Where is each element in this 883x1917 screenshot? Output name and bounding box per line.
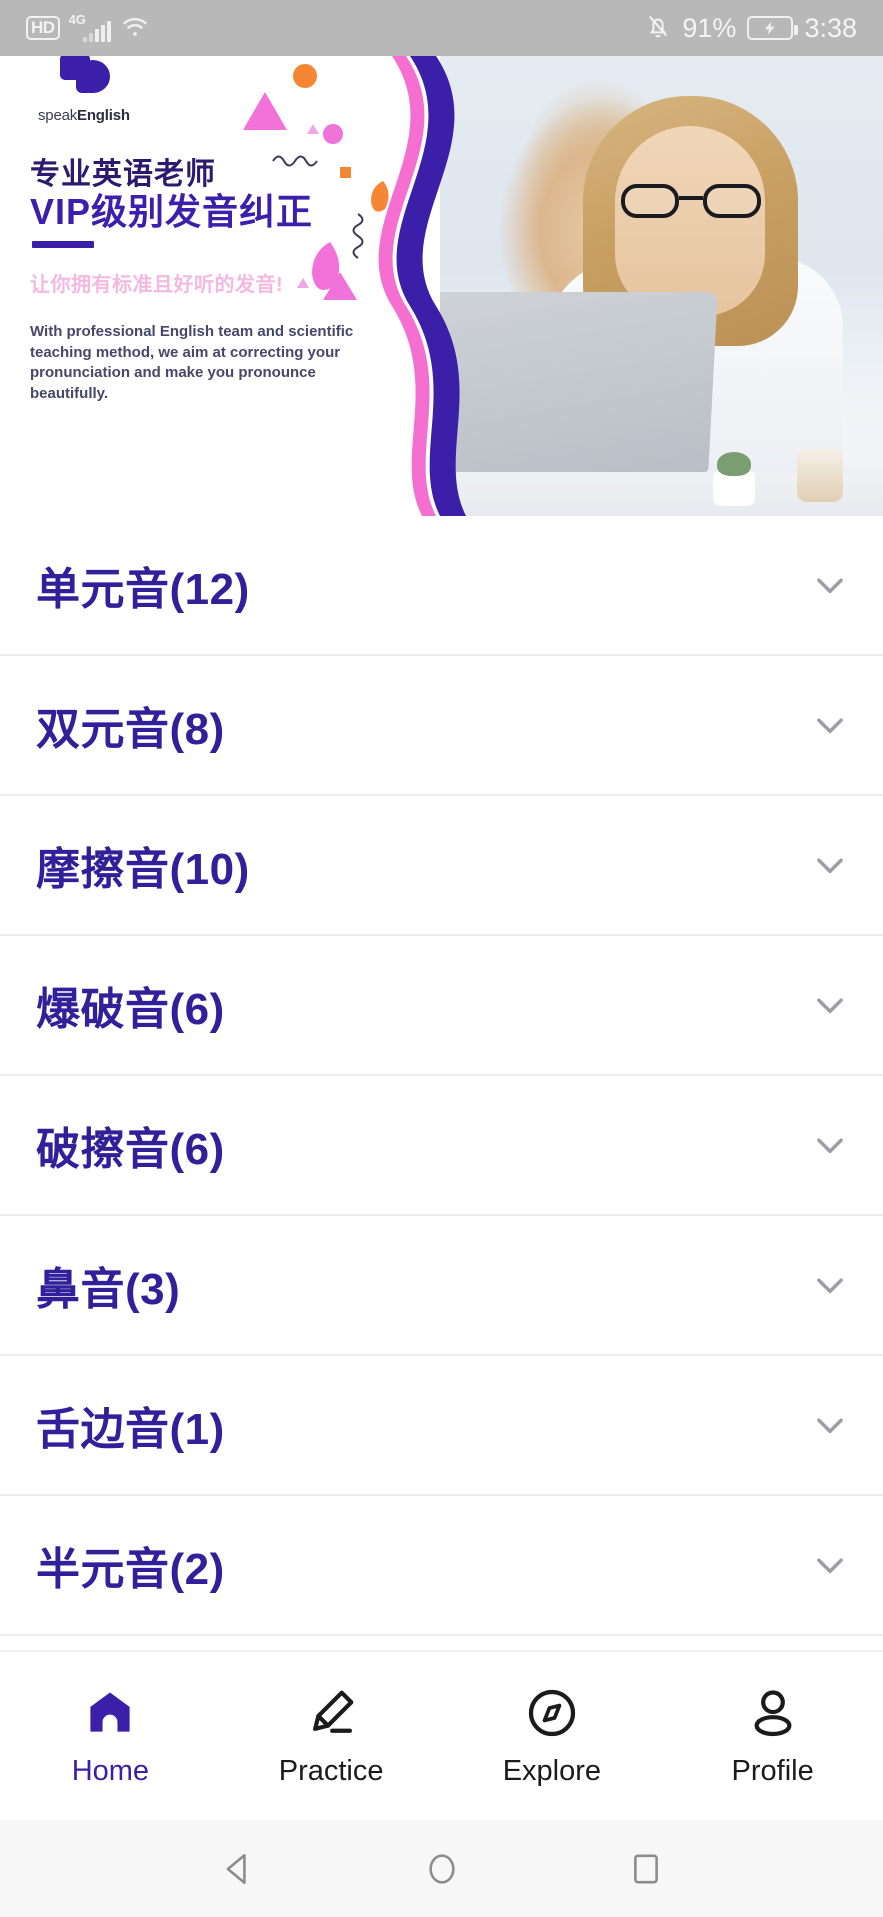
banner-divider-rule [32,241,94,248]
chevron-down-icon[interactable] [811,1126,849,1164]
list-item[interactable]: 摩擦音(10) [0,796,883,936]
person-icon [754,1689,792,1736]
bottom-tab-bar: Home Practice Explore Profile [0,1650,883,1820]
list-item-label: 破擦音(6) [36,1125,225,1174]
network-type-label: 4G [68,12,86,27]
list-item-label: 半元音(2) [36,1545,225,1594]
chevron-down-icon[interactable] [811,1406,849,1444]
chevron-down-icon[interactable] [811,1266,849,1304]
list-item[interactable]: 鼻音(3) [0,1216,883,1356]
list-item-label: 鼻音(3) [36,1265,181,1314]
tab-home-label: Home [71,1754,150,1787]
chevron-down-icon[interactable] [811,986,849,1024]
list-item-label: 爆破音(6) [36,985,225,1034]
tab-practice[interactable]: Practice [221,1685,442,1788]
battery-percent-label: 91% [682,12,737,43]
list-item-label: 单元音(12) [36,565,250,614]
logo-text-light: speak [38,107,78,124]
tab-explore[interactable]: Explore [442,1685,663,1788]
list-item[interactable]: 爆破音(6) [0,936,883,1076]
status-bar-left: HD 4G [26,12,150,43]
clock-label: 3:38 [804,12,857,43]
list-item[interactable]: 双元音(8) [0,656,883,796]
signal-bars-icon: 4G [68,12,111,42]
list-item-label: 双元音(8) [36,705,225,754]
list-item[interactable]: 舌边音(1) [0,1356,883,1496]
signal-bars-glyph [82,20,111,42]
phoneme-category-list: 单元音(12) 双元音(8) 摩擦音(10) 爆破音(6) 破擦音(6) 鼻音(… [0,516,883,1636]
tab-practice-label: Practice [278,1754,384,1787]
phone-screen: HD 4G 91% 3:38 speakEnglish 专业英语老师 VIP级别… [0,0,883,1917]
app-logo: speakEnglish [38,56,158,142]
list-item-label: 舌边音(1) [36,1405,225,1454]
status-bar-right: 91% 3:38 [645,12,857,45]
list-item[interactable]: 破擦音(6) [0,1076,883,1216]
compass-icon [528,1689,575,1736]
hd-icon: HD [26,16,60,40]
bell-muted-icon [645,12,671,45]
tab-explore-label: Explore [502,1754,602,1787]
promo-banner[interactable]: speakEnglish 专业英语老师 VIP级别发音纠正 让你拥有标准且好听的… [0,56,883,516]
chevron-down-icon[interactable] [811,706,849,744]
home-icon [90,1691,130,1732]
app-logo-label: speakEnglish [38,107,158,124]
banner-headline-2: VIP级别发音纠正 [30,191,314,232]
logo-text-bold: English [77,107,130,124]
circle-home-icon[interactable] [420,1847,464,1891]
tab-home[interactable]: Home [0,1685,221,1788]
pencil-icon [313,1690,354,1733]
tab-profile-label: Profile [731,1754,814,1787]
battery-charging-icon [747,16,799,40]
wifi-icon [120,14,150,43]
triangle-back-icon[interactable] [216,1847,260,1891]
chevron-down-icon[interactable] [811,566,849,604]
tab-profile[interactable]: Profile [662,1685,883,1788]
banner-paragraph: With professional English team and scien… [30,323,354,403]
list-item[interactable]: 半元音(2) [0,1496,883,1636]
chevron-down-icon[interactable] [811,846,849,884]
speech-bubble-logo-icon [60,56,116,104]
status-bar: HD 4G 91% 3:38 [0,0,883,56]
list-item-label: 摩擦音(10) [36,845,250,894]
square-recents-icon[interactable] [624,1847,668,1891]
banner-subtitle: 让你拥有标准且好听的发音! [30,274,284,296]
list-item[interactable]: 单元音(12) [0,516,883,656]
chevron-down-icon[interactable] [811,1546,849,1584]
android-system-nav [0,1820,883,1917]
